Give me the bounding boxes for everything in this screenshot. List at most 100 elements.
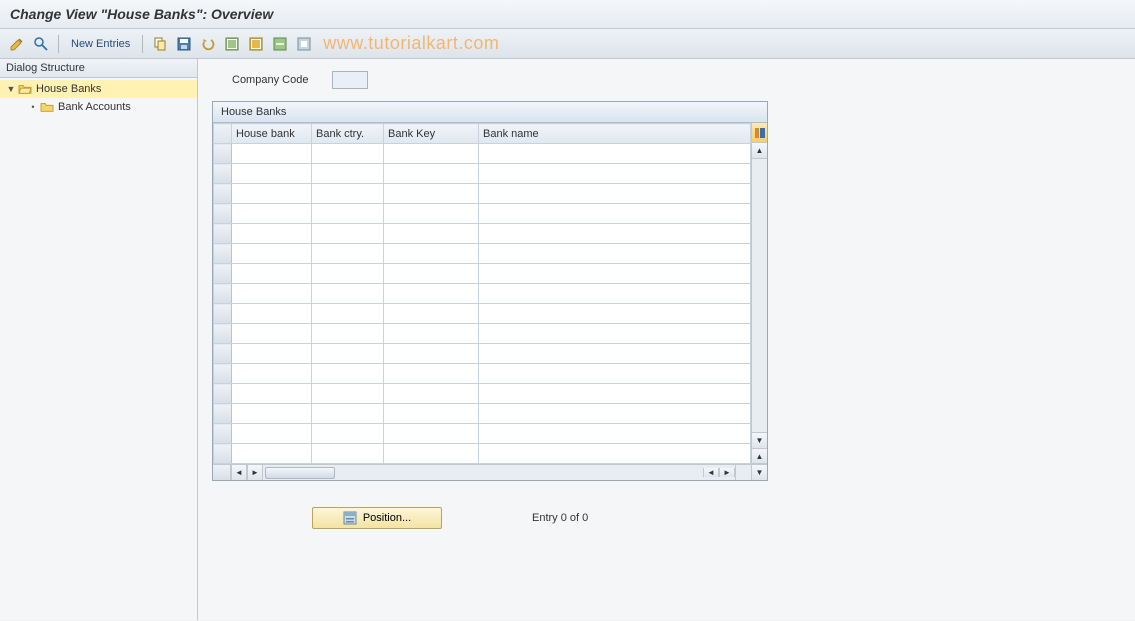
table-row[interactable] [214, 224, 751, 244]
cell[interactable] [232, 164, 312, 184]
scroll-left-icon[interactable]: ◄ [231, 465, 247, 480]
find-icon[interactable] [32, 35, 50, 53]
row-selector[interactable] [214, 384, 232, 404]
change-icon[interactable] [8, 35, 26, 53]
cell[interactable] [384, 444, 479, 464]
cell[interactable] [384, 144, 479, 164]
row-selector[interactable] [214, 184, 232, 204]
cell[interactable] [312, 244, 384, 264]
cell[interactable] [232, 304, 312, 324]
cell[interactable] [384, 164, 479, 184]
table-configure-icon[interactable] [752, 123, 767, 143]
cell[interactable] [232, 184, 312, 204]
cell[interactable] [479, 424, 751, 444]
table-row[interactable] [214, 144, 751, 164]
cell[interactable] [384, 244, 479, 264]
cell[interactable] [479, 444, 751, 464]
row-selector[interactable] [214, 304, 232, 324]
select-all-icon[interactable] [223, 35, 241, 53]
cell[interactable] [384, 364, 479, 384]
row-selector[interactable] [214, 204, 232, 224]
table-row[interactable] [214, 204, 751, 224]
cell[interactable] [479, 224, 751, 244]
cell[interactable] [479, 384, 751, 404]
tree-item-house-banks[interactable]: ▼ House Banks [0, 80, 197, 98]
cell[interactable] [232, 244, 312, 264]
cell[interactable] [479, 344, 751, 364]
cell[interactable] [312, 144, 384, 164]
scroll-left-end-icon[interactable]: ◄ [703, 468, 719, 477]
cell[interactable] [232, 444, 312, 464]
col-bank-name[interactable]: Bank name [479, 124, 751, 144]
cell[interactable] [232, 404, 312, 424]
cell[interactable] [312, 444, 384, 464]
scroll-right-icon[interactable]: ► [247, 465, 263, 480]
vertical-scrollbar[interactable]: ▲ ▼ ▲ ▼ [751, 123, 767, 480]
cell[interactable] [479, 264, 751, 284]
cell[interactable] [384, 224, 479, 244]
company-code-input[interactable] [332, 71, 368, 89]
scroll-right-end-icon[interactable]: ► [719, 468, 735, 477]
cell[interactable] [312, 424, 384, 444]
col-house-bank[interactable]: House bank [232, 124, 312, 144]
cell[interactable] [312, 324, 384, 344]
scroll-up-icon[interactable]: ▲ [752, 143, 767, 159]
hscroll-track[interactable] [263, 465, 703, 480]
cell[interactable] [232, 204, 312, 224]
cell[interactable] [384, 304, 479, 324]
cell[interactable] [232, 364, 312, 384]
cell[interactable] [479, 324, 751, 344]
cell[interactable] [384, 264, 479, 284]
cell[interactable] [479, 244, 751, 264]
cell[interactable] [312, 224, 384, 244]
cell[interactable] [384, 204, 479, 224]
cell[interactable] [232, 324, 312, 344]
row-selector[interactable] [214, 404, 232, 424]
scroll-down2-icon[interactable]: ▼ [752, 464, 767, 480]
col-bank-key[interactable]: Bank Key [384, 124, 479, 144]
delimit-icon[interactable] [271, 35, 289, 53]
cell[interactable] [479, 364, 751, 384]
cell[interactable] [384, 384, 479, 404]
cell[interactable] [232, 424, 312, 444]
horizontal-scrollbar[interactable]: ◄ ► ◄ ► [213, 464, 751, 480]
cell[interactable] [312, 304, 384, 324]
table-row[interactable] [214, 244, 751, 264]
scroll-down-icon[interactable]: ▼ [752, 432, 767, 448]
cell[interactable] [312, 364, 384, 384]
print-icon[interactable] [295, 35, 313, 53]
cell[interactable] [312, 404, 384, 424]
row-selector[interactable] [214, 284, 232, 304]
cell[interactable] [479, 204, 751, 224]
row-selector[interactable] [214, 444, 232, 464]
cell[interactable] [479, 144, 751, 164]
row-selector[interactable] [214, 244, 232, 264]
row-selector[interactable] [214, 344, 232, 364]
table-row[interactable] [214, 424, 751, 444]
cell[interactable] [232, 384, 312, 404]
copy-icon[interactable] [151, 35, 169, 53]
position-button[interactable]: Position... [312, 507, 442, 529]
cell[interactable] [232, 284, 312, 304]
table-row[interactable] [214, 384, 751, 404]
cell[interactable] [232, 144, 312, 164]
table-row[interactable] [214, 364, 751, 384]
table-row[interactable] [214, 324, 751, 344]
table-row[interactable] [214, 404, 751, 424]
scroll-up2-icon[interactable]: ▲ [752, 448, 767, 464]
row-selector[interactable] [214, 224, 232, 244]
cell[interactable] [479, 164, 751, 184]
cell[interactable] [479, 404, 751, 424]
row-selector[interactable] [214, 424, 232, 444]
row-selector-header[interactable] [214, 124, 232, 144]
cell[interactable] [384, 424, 479, 444]
cell[interactable] [312, 204, 384, 224]
new-entries-button[interactable]: New Entries [67, 38, 134, 50]
row-selector[interactable] [214, 264, 232, 284]
cell[interactable] [384, 404, 479, 424]
table-row[interactable] [214, 264, 751, 284]
tree-item-bank-accounts[interactable]: • Bank Accounts [0, 98, 197, 116]
table-row[interactable] [214, 184, 751, 204]
cell[interactable] [312, 344, 384, 364]
cell[interactable] [384, 344, 479, 364]
